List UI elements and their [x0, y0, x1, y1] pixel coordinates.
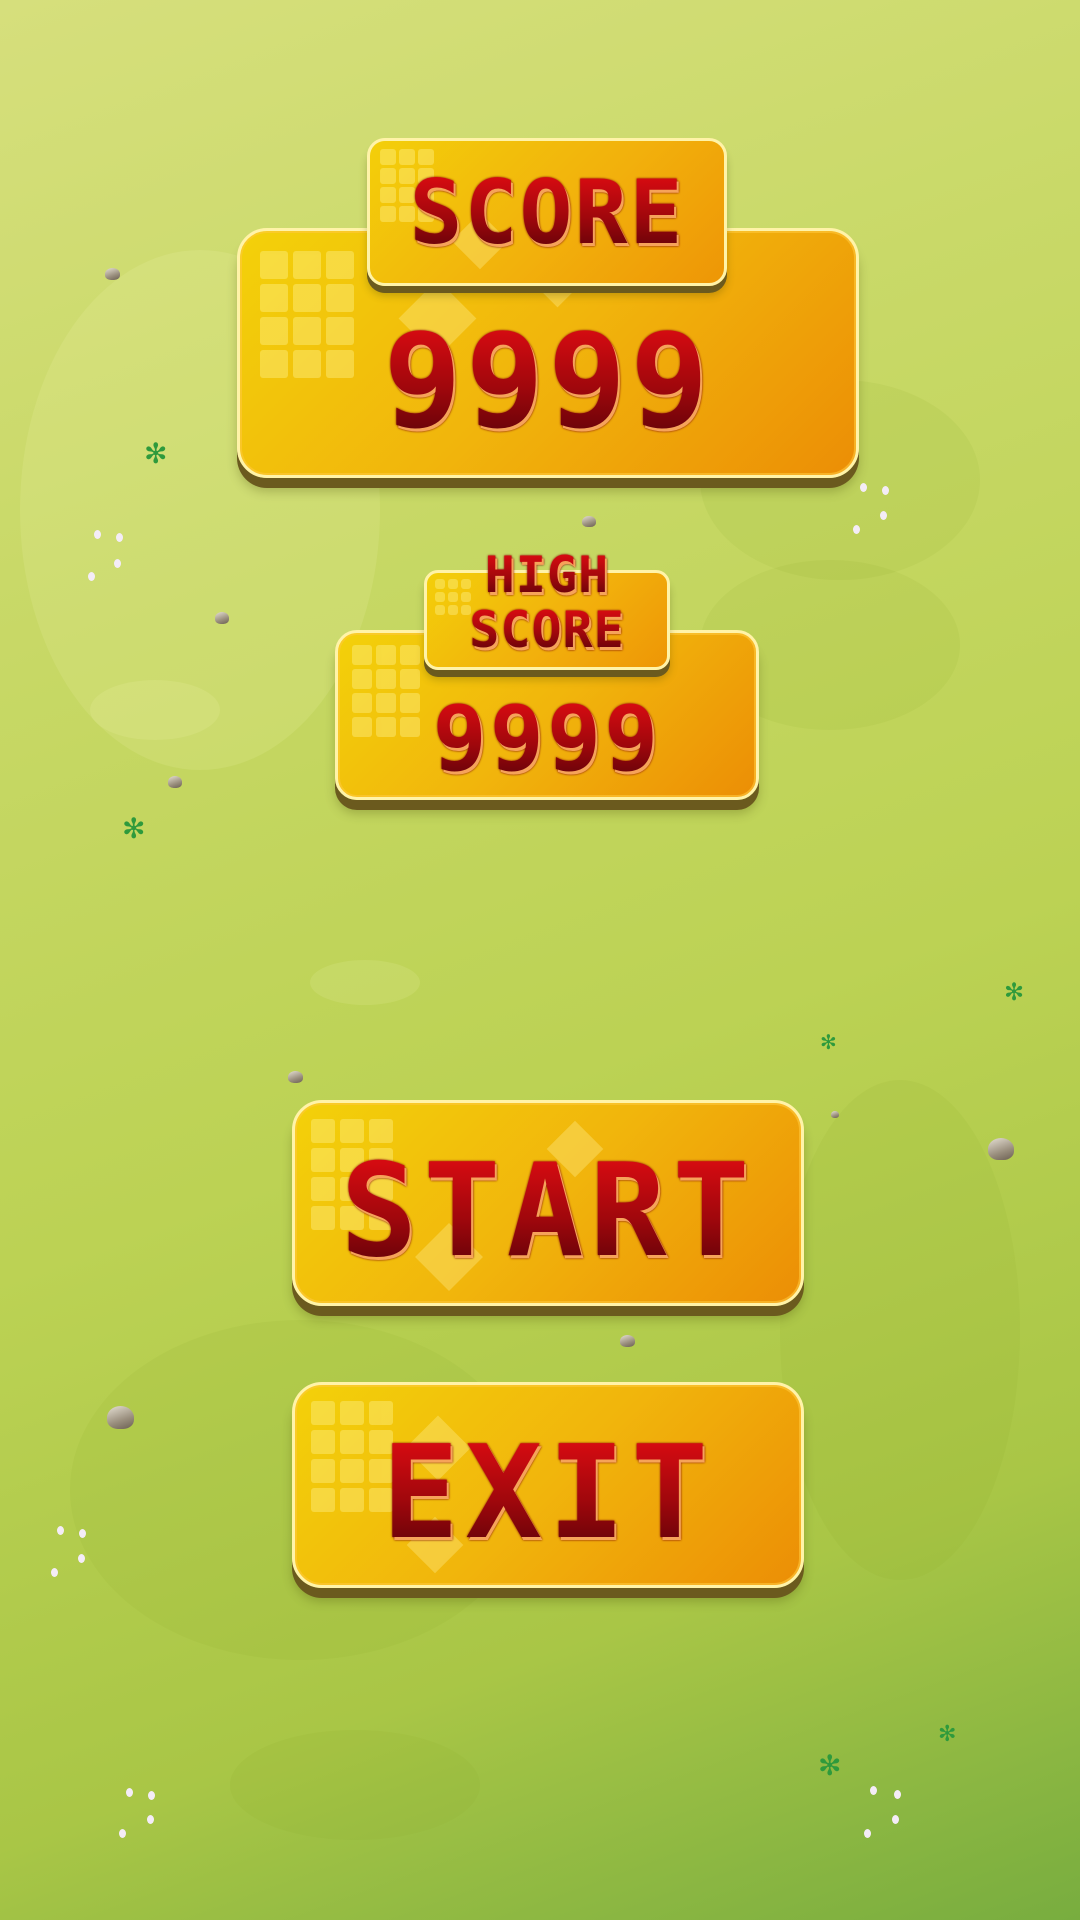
flower-icon [114, 559, 121, 568]
flower-icon [94, 530, 101, 539]
score-label-tab: SCORE [367, 138, 727, 286]
grass-tuft-icon: ✻ [818, 1749, 842, 1782]
background-blob [90, 680, 220, 740]
grass-tuft-icon: ✻ [144, 437, 168, 470]
flower-icon [148, 1791, 155, 1800]
rock-icon [107, 1406, 134, 1429]
flower-icon [116, 533, 123, 542]
start-button[interactable]: START [292, 1100, 804, 1306]
exit-button-label: EXIT [295, 1430, 801, 1558]
flower-icon [88, 572, 95, 581]
high-score-value: 9999 [338, 695, 756, 785]
high-score-label-line2: SCORE [427, 605, 667, 655]
flower-icon [892, 1815, 899, 1824]
start-button-label: START [295, 1148, 801, 1276]
score-value: 9999 [240, 316, 856, 446]
flower-icon [119, 1829, 126, 1838]
flower-icon [126, 1788, 133, 1797]
rock-icon [105, 268, 120, 280]
flower-icon [860, 483, 867, 492]
flower-icon [882, 486, 889, 495]
grass-tuft-icon: ✻ [938, 1722, 957, 1747]
flower-icon [51, 1568, 58, 1577]
rock-icon [582, 516, 596, 527]
high-score-label-line1: HIGH [434, 550, 660, 600]
flower-icon [147, 1815, 154, 1824]
rock-icon [168, 776, 182, 788]
exit-button[interactable]: EXIT [292, 1382, 804, 1588]
background-blob [780, 1080, 1020, 1580]
flower-icon [78, 1554, 85, 1563]
flower-icon [894, 1790, 901, 1799]
grass-tuft-icon: ✻ [122, 812, 146, 845]
rock-icon [215, 612, 229, 624]
flower-icon [853, 525, 860, 534]
flower-icon [79, 1529, 86, 1538]
rock-icon [831, 1111, 839, 1118]
flower-icon [57, 1526, 64, 1535]
flower-icon [880, 511, 887, 520]
rock-icon [620, 1335, 635, 1347]
grass-tuft-icon: ✻ [820, 1030, 837, 1054]
score-label: SCORE [370, 169, 724, 257]
background-blob [310, 960, 420, 1005]
rock-icon [288, 1071, 303, 1083]
flower-icon [864, 1829, 871, 1838]
flower-icon [870, 1786, 877, 1795]
rock-icon [988, 1138, 1014, 1160]
background-blob [230, 1730, 480, 1840]
grass-tuft-icon: ✻ [1004, 978, 1025, 1006]
